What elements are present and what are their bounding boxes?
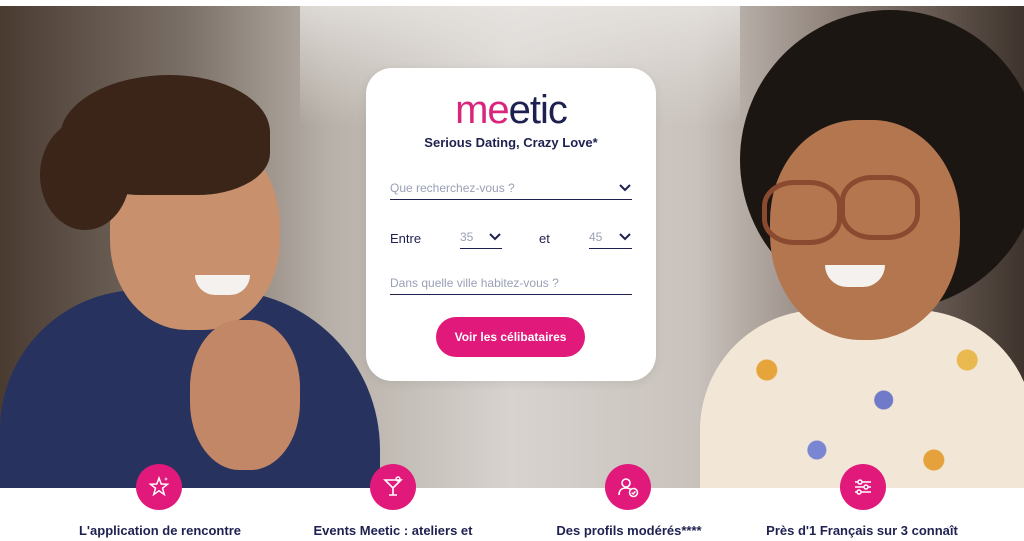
city-placeholder: Dans quelle ville habitez-vous ? <box>390 276 559 290</box>
hero-photo-man <box>0 40 400 488</box>
tagline: Serious Dating, Crazy Love* <box>424 135 598 150</box>
age-max-value: 45 <box>589 230 603 244</box>
meetic-logo[interactable]: meetic <box>366 88 656 132</box>
logo-text-part1: me <box>455 88 510 132</box>
see-singles-button[interactable]: Voir les célibataires <box>436 317 585 357</box>
age-min-value: 35 <box>460 230 474 244</box>
cocktail-icon <box>370 464 416 510</box>
feature-text: Près d'1 Français sur 3 connaît <box>766 523 958 538</box>
feature-awareness: Près d'1 Français sur 3 connaît <box>737 464 987 541</box>
between-label: Entre <box>390 231 422 246</box>
features-section: L'application de rencontre Events Meetic… <box>0 464 1024 541</box>
feature-text: L'application de rencontre <box>78 523 241 538</box>
feature-text: Events Meetic : ateliers et <box>313 523 473 538</box>
logo-text-part2: etic <box>508 88 568 132</box>
age-min-select[interactable]: 35 <box>460 226 502 249</box>
search-form-card: meetic Serious Dating, Crazy Love* Que r… <box>366 68 656 381</box>
feature-app: L'application de rencontre <box>35 464 285 541</box>
and-label: et <box>539 231 550 246</box>
stars-icon <box>136 464 182 510</box>
feature-profiles: Des profils modérés**** <box>504 464 754 541</box>
looking-for-placeholder: Que recherchez-vous ? <box>390 181 515 195</box>
looking-for-select[interactable]: Que recherchez-vous ? <box>390 177 632 200</box>
chevron-down-icon <box>489 233 501 241</box>
chevron-down-icon <box>619 233 631 241</box>
feature-text: Des profils modérés**** <box>556 523 702 538</box>
age-max-select[interactable]: 45 <box>589 226 632 249</box>
chevron-down-icon <box>619 184 631 192</box>
verified-profile-icon <box>605 464 651 510</box>
hero-photo-woman <box>690 10 1024 488</box>
city-input[interactable]: Dans quelle ville habitez-vous ? <box>390 272 632 295</box>
feature-events: Events Meetic : ateliers et <box>268 464 518 541</box>
sliders-icon <box>840 464 886 510</box>
